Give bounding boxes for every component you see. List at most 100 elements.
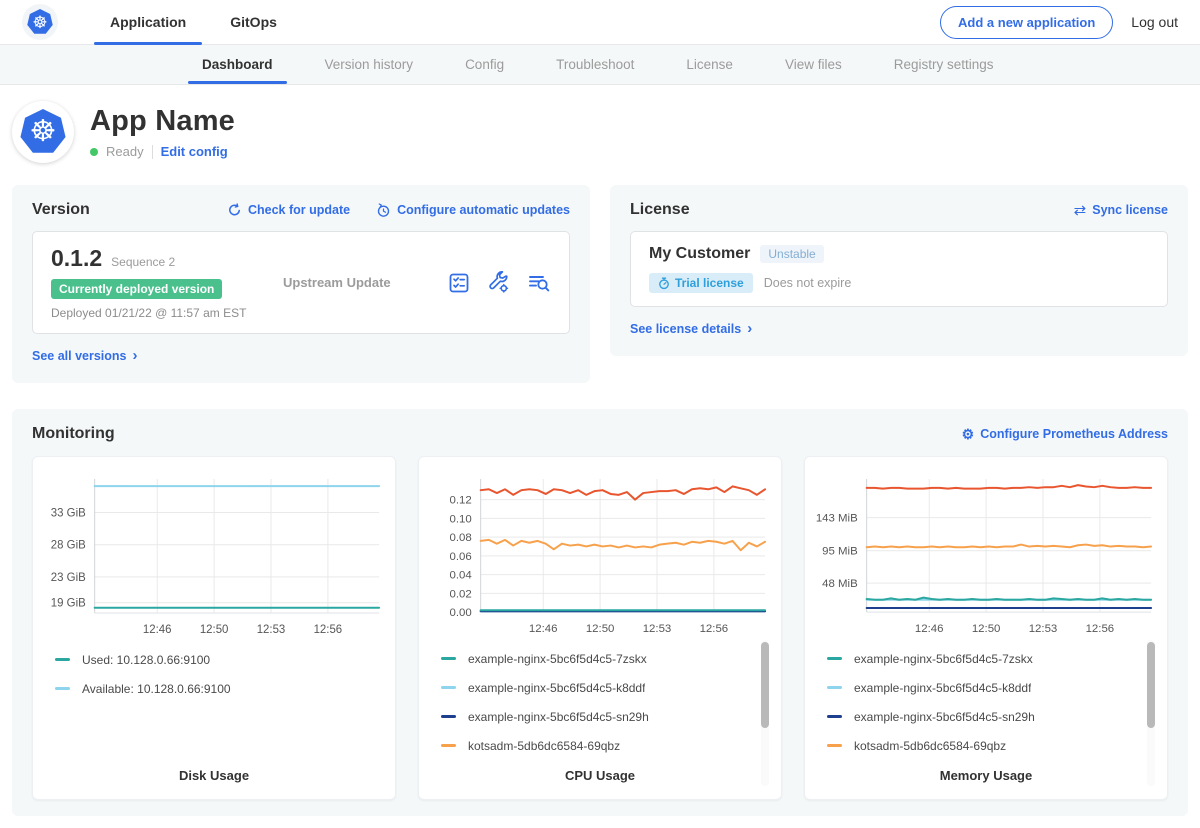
app-avatar: ☸ bbox=[12, 101, 74, 163]
config-wrench-icon[interactable] bbox=[486, 271, 511, 295]
legend-item[interactable]: example-nginx-5bc6f5d4c5-k8ddf bbox=[441, 673, 751, 702]
tab-view-files[interactable]: View files bbox=[759, 45, 868, 84]
legend-scrollbar[interactable] bbox=[761, 640, 769, 786]
add-application-button[interactable]: Add a new application bbox=[940, 6, 1113, 39]
cpu-usage-chart-card: 12:4612:5012:5312:560.120.100.080.060.04… bbox=[418, 456, 782, 800]
svg-text:12:50: 12:50 bbox=[200, 624, 229, 636]
svg-text:19 GiB: 19 GiB bbox=[51, 598, 86, 610]
series-color-dash bbox=[441, 686, 456, 689]
svg-text:12:56: 12:56 bbox=[1086, 623, 1115, 635]
svg-text:12:50: 12:50 bbox=[972, 623, 1001, 635]
legend-label: Available: 10.128.0.66:9100 bbox=[82, 682, 231, 696]
svg-text:12:53: 12:53 bbox=[643, 623, 672, 635]
legend-label: kotsadm-5db6dc6584-69qbz bbox=[468, 739, 620, 753]
legend-item[interactable]: kotsadm-5db6dc6584-69qbz bbox=[827, 731, 1137, 760]
configure-prometheus-link[interactable]: ⚙ Configure Prometheus Address bbox=[962, 427, 1168, 441]
legend-scrollbar[interactable] bbox=[1147, 640, 1155, 786]
legend-item[interactable]: example-nginx-5bc6f5d4c5-k8ddf bbox=[827, 673, 1137, 702]
monitoring-title: Monitoring bbox=[32, 425, 115, 443]
configure-auto-updates-label: Configure automatic updates bbox=[397, 203, 570, 217]
tab-version-history[interactable]: Version history bbox=[299, 45, 440, 84]
charts-row: 12:4612:5012:5312:5633 GiB28 GiB23 GiB19… bbox=[32, 456, 1168, 800]
tab-dashboard[interactable]: Dashboard bbox=[176, 45, 299, 84]
legend-label: Used: 10.128.0.66:9100 bbox=[82, 653, 210, 667]
chart-title: Disk Usage bbox=[37, 760, 391, 783]
tab-application-label: Application bbox=[110, 14, 186, 30]
svg-text:0.10: 0.10 bbox=[449, 513, 471, 525]
legend-label: kotsadm-5db6dc6584-69qbz bbox=[854, 739, 1006, 753]
legend-label: example-nginx-5bc6f5d4c5-7zskx bbox=[468, 652, 647, 666]
legend-item[interactable]: example-nginx-5bc6f5d4c5-sn29h bbox=[441, 702, 751, 731]
legend-item[interactable]: example-nginx-5bc6f5d4c5-7zskx bbox=[827, 644, 1137, 673]
see-all-versions-link[interactable]: See all versions › bbox=[32, 349, 138, 364]
svg-text:95 MiB: 95 MiB bbox=[822, 546, 858, 558]
preflight-checks-icon[interactable] bbox=[447, 271, 471, 295]
svg-text:12:56: 12:56 bbox=[314, 624, 343, 636]
configure-prometheus-label: Configure Prometheus Address bbox=[980, 427, 1168, 441]
series-color-dash bbox=[441, 657, 456, 660]
logout-button[interactable]: Log out bbox=[1131, 14, 1178, 30]
license-type-label: Trial license bbox=[675, 276, 744, 290]
tab-registry-settings[interactable]: Registry settings bbox=[868, 45, 1020, 84]
chart-plot: 12:4612:5012:5312:560.120.100.080.060.04… bbox=[423, 469, 777, 640]
channel-badge: Unstable bbox=[760, 245, 823, 263]
memory-usage-chart-card: 12:4612:5012:5312:56143 MiB95 MiB48 MiBe… bbox=[804, 456, 1168, 800]
svg-text:143 MiB: 143 MiB bbox=[816, 513, 858, 525]
tab-config[interactable]: Config bbox=[439, 45, 530, 84]
gear-icon: ⚙ bbox=[962, 427, 975, 441]
current-version-row: 0.1.2 Sequence 2 Currently deployed vers… bbox=[32, 231, 570, 334]
top-nav: ☸ Application GitOps Add a new applicati… bbox=[0, 0, 1200, 45]
sync-license-link[interactable]: ⇄ Sync license bbox=[1074, 201, 1168, 219]
chevron-right-icon: › bbox=[747, 321, 752, 336]
sequence-label: Sequence 2 bbox=[111, 255, 175, 269]
legend-item[interactable]: example-nginx-5bc6f5d4c5-7zskx bbox=[441, 644, 751, 673]
tab-application[interactable]: Application bbox=[88, 0, 208, 44]
legend-item[interactable]: example-nginx-5bc6f5d4c5-sn29h bbox=[827, 702, 1137, 731]
license-detail-row: My Customer Unstable Trial license Does … bbox=[630, 231, 1168, 307]
legend-label: example-nginx-5bc6f5d4c5-sn29h bbox=[468, 710, 649, 724]
legend-item[interactable]: kotsadm-5db6dc6584-69qbz bbox=[441, 731, 751, 760]
tab-gitops[interactable]: GitOps bbox=[208, 0, 299, 44]
chart-title: CPU Usage bbox=[423, 760, 777, 783]
svg-text:28 GiB: 28 GiB bbox=[51, 540, 86, 552]
tab-license[interactable]: License bbox=[660, 45, 759, 84]
chart-plot: 12:4612:5012:5312:5633 GiB28 GiB23 GiB19… bbox=[37, 469, 391, 641]
tab-troubleshoot[interactable]: Troubleshoot bbox=[530, 45, 660, 84]
see-license-details-link[interactable]: See license details › bbox=[630, 322, 752, 337]
svg-text:12:46: 12:46 bbox=[915, 623, 944, 635]
configure-auto-updates-link[interactable]: Configure automatic updates bbox=[376, 203, 570, 218]
app-header: ☸ App Name Ready Edit config bbox=[0, 85, 1200, 183]
version-card: Version Check for update Configure autom… bbox=[12, 185, 590, 383]
page-title: App Name bbox=[90, 105, 235, 138]
series-color-dash bbox=[827, 715, 842, 718]
license-type-badge: Trial license bbox=[649, 273, 753, 293]
status-dot bbox=[90, 148, 98, 156]
kubernetes-logo: ☸ bbox=[22, 4, 58, 40]
check-for-update-link[interactable]: Check for update bbox=[227, 203, 350, 218]
svg-text:12:46: 12:46 bbox=[143, 624, 172, 636]
tab-gitops-label: GitOps bbox=[230, 14, 277, 30]
svg-text:0.04: 0.04 bbox=[449, 570, 472, 582]
expiry-text: Does not expire bbox=[764, 276, 852, 290]
chart-legend: Used: 10.128.0.66:9100 Available: 10.128.… bbox=[55, 645, 391, 760]
chart-legend: example-nginx-5bc6f5d4c5-7zskxexample-ng… bbox=[827, 644, 1163, 760]
topnav-tabs: Application GitOps bbox=[88, 0, 299, 44]
legend-item[interactable]: Used: 10.128.0.66:9100 bbox=[55, 645, 365, 674]
refresh-icon bbox=[227, 203, 242, 218]
version-card-title: Version bbox=[32, 201, 90, 219]
series-color-dash bbox=[55, 658, 70, 661]
scrollbar-thumb[interactable] bbox=[761, 642, 769, 728]
kubernetes-wheel-icon: ☸ bbox=[27, 9, 53, 35]
edit-config-link[interactable]: Edit config bbox=[161, 144, 228, 159]
svg-text:0.02: 0.02 bbox=[449, 588, 471, 600]
svg-text:12:50: 12:50 bbox=[586, 623, 615, 635]
chart-legend: example-nginx-5bc6f5d4c5-7zskx example-ng… bbox=[441, 644, 777, 760]
check-for-update-label: Check for update bbox=[248, 203, 350, 217]
svg-text:0.00: 0.00 bbox=[449, 607, 471, 619]
legend-item[interactable]: Available: 10.128.0.66:9100 bbox=[55, 674, 365, 703]
scrollbar-thumb[interactable] bbox=[1147, 642, 1155, 728]
svg-text:12:53: 12:53 bbox=[1029, 623, 1058, 635]
divider bbox=[152, 145, 153, 159]
series-color-dash bbox=[55, 687, 70, 690]
view-files-search-icon[interactable] bbox=[526, 271, 551, 295]
